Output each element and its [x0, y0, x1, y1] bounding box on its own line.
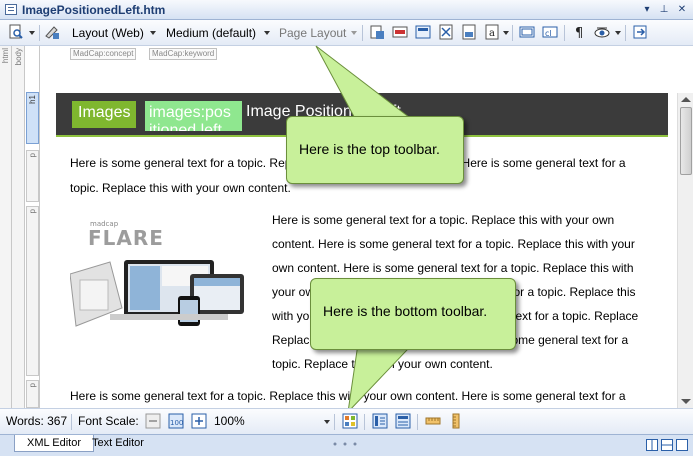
- html-tag-label: html: [1, 48, 10, 64]
- text-style-icon[interactable]: a: [484, 24, 500, 40]
- paragraph-line: topic. Replace this with your own conten…: [70, 181, 291, 195]
- pin-icon[interactable]: ⊥: [657, 3, 671, 17]
- font-scale-label: Font Scale:: [78, 414, 139, 428]
- svg-text:100: 100: [170, 419, 183, 427]
- word-count: Words: 367: [6, 414, 68, 428]
- show-tags-icon[interactable]: [392, 24, 408, 40]
- grid-view-icon[interactable]: [342, 413, 358, 429]
- svg-text:cl: cl: [545, 29, 552, 38]
- zoom-out-icon[interactable]: [145, 413, 161, 429]
- preview-icon[interactable]: [8, 24, 24, 40]
- body-structure-bar[interactable]: body: [12, 46, 25, 408]
- horizontal-ruler-icon[interactable]: [425, 413, 441, 429]
- show-classes-icon[interactable]: cl: [542, 24, 558, 40]
- p-block-marker[interactable]: p: [26, 150, 39, 202]
- single-pane-icon[interactable]: [676, 439, 688, 451]
- scroll-up-icon[interactable]: [681, 97, 691, 102]
- export-icon[interactable]: [632, 24, 648, 40]
- zoom-dropdown-caret[interactable]: [324, 420, 330, 424]
- h1-tag-label: h1: [28, 95, 37, 104]
- p-block-marker[interactable]: p: [26, 206, 39, 376]
- html-structure-bar[interactable]: html: [0, 46, 12, 408]
- paragraph-line: own content. Here is some general text f…: [272, 261, 634, 275]
- splitter-grip-icon[interactable]: [332, 441, 362, 447]
- layout-dropdown[interactable]: Layout (Web): [72, 26, 144, 40]
- zoom-in-icon[interactable]: [191, 413, 207, 429]
- markers-icon[interactable]: [438, 24, 454, 40]
- view-eye-icon[interactable]: [594, 24, 610, 40]
- top-toolbar-callout: Here is the top toolbar.: [286, 116, 464, 184]
- split-horizontal-icon[interactable]: [661, 439, 673, 451]
- p-tag-label: p: [28, 209, 37, 214]
- page-layout-dropdown-caret[interactable]: [351, 31, 357, 35]
- body-tag-label: body: [14, 48, 23, 66]
- editor-tab-strip: XML Editor Text Editor: [0, 434, 693, 456]
- show-span-bars-icon[interactable]: [395, 413, 411, 429]
- top-toolbar: Layout (Web) Medium (default) Page Layou…: [0, 20, 693, 46]
- tab-text-editor[interactable]: Text Editor: [80, 435, 156, 452]
- vertical-ruler-icon[interactable]: [448, 413, 464, 429]
- heading-pos-span[interactable]: images:pos itioned left: [145, 101, 242, 131]
- pilcrow-icon[interactable]: ¶: [572, 24, 588, 40]
- p-tag-label: p: [28, 153, 37, 158]
- zoom-value[interactable]: 100%: [214, 414, 245, 428]
- show-ids-icon[interactable]: [519, 24, 535, 40]
- flare-product-image[interactable]: madcap FLARE: [70, 216, 262, 336]
- paragraph-line: content. Here is some general text for a…: [272, 237, 635, 251]
- page-icon[interactable]: [461, 24, 477, 40]
- conditions-icon[interactable]: [369, 24, 385, 40]
- text-style-caret[interactable]: [503, 31, 509, 35]
- p-tag-label: p: [28, 383, 37, 388]
- p-block-marker[interactable]: p: [26, 380, 39, 408]
- medium-icon[interactable]: [44, 24, 60, 40]
- window-title: ImagePositionedLeft.htm: [22, 3, 166, 17]
- page-layout-dropdown[interactable]: Page Layout: [279, 26, 346, 40]
- scroll-down-icon[interactable]: [681, 399, 691, 404]
- svg-text:a: a: [489, 28, 495, 39]
- svg-text:¶: ¶: [575, 26, 583, 40]
- paragraph-line: Here is some general text for a topic. R…: [272, 213, 615, 227]
- split-vertical-icon[interactable]: [646, 439, 658, 451]
- dropdown-icon[interactable]: ▾: [640, 3, 654, 17]
- bottom-toolbar: Words: 367 Font Scale: 100 100%: [0, 408, 693, 434]
- medium-dropdown[interactable]: Medium (default): [166, 26, 256, 40]
- image-brand: FLARE: [88, 226, 164, 250]
- show-structure-bars-icon[interactable]: [372, 413, 388, 429]
- window-title-bar: ImagePositionedLeft.htm ▾ ⊥ ✕: [0, 0, 693, 20]
- bottom-toolbar-callout: Here is the bottom toolbar.: [310, 278, 516, 350]
- vertical-scrollbar[interactable]: [677, 93, 693, 409]
- actual-size-icon[interactable]: 100: [168, 413, 184, 429]
- view-caret[interactable]: [615, 31, 621, 35]
- close-icon[interactable]: ✕: [675, 3, 689, 17]
- layout-dropdown-caret[interactable]: [150, 31, 156, 35]
- frame-icon[interactable]: [415, 24, 431, 40]
- scrollbar-thumb[interactable]: [680, 107, 692, 175]
- preview-dropdown-caret[interactable]: [29, 31, 35, 35]
- h1-block-marker[interactable]: h1: [26, 92, 39, 144]
- medium-dropdown-caret[interactable]: [264, 31, 270, 35]
- document-icon: [5, 4, 17, 15]
- heading-images-span[interactable]: Images: [72, 101, 137, 128]
